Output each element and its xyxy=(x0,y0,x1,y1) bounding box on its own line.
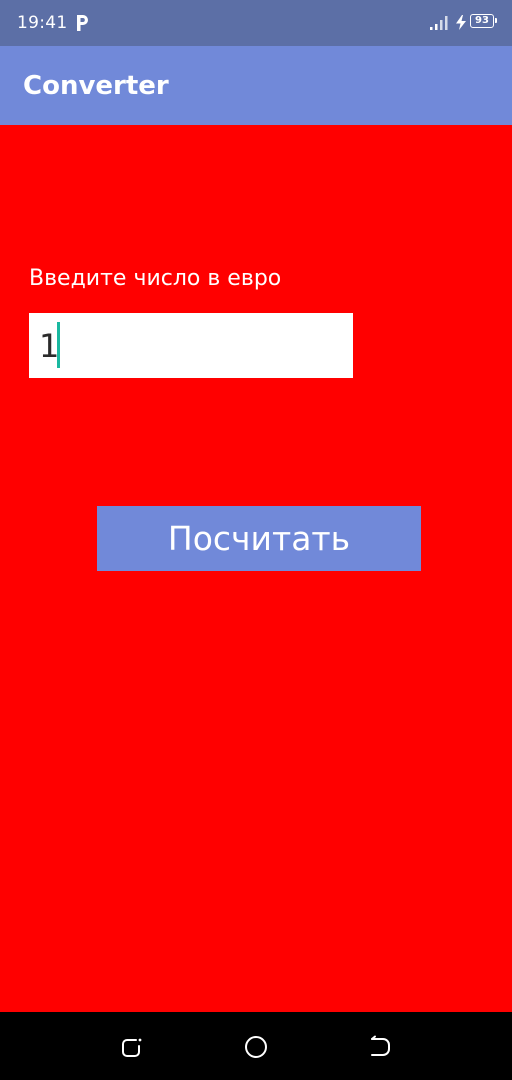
charging-bolt-icon xyxy=(456,15,466,30)
navigation-bar xyxy=(0,1012,512,1080)
main-content: Введите число в евро 1 Посчитать xyxy=(0,125,512,1012)
euro-prompt-label: Введите число в евро xyxy=(29,266,282,291)
text-cursor xyxy=(57,322,60,368)
euro-amount-input[interactable]: 1 xyxy=(29,313,353,378)
status-bar: 19:41 93 xyxy=(0,0,512,46)
app-bar: Converter xyxy=(0,46,512,125)
calculate-button[interactable]: Посчитать xyxy=(97,506,421,571)
p-icon xyxy=(77,15,88,31)
back-icon[interactable] xyxy=(367,1034,393,1060)
battery-icon: 93 xyxy=(470,14,497,28)
recent-apps-icon[interactable] xyxy=(119,1034,145,1060)
home-icon[interactable] xyxy=(243,1034,269,1060)
status-time: 19:41 xyxy=(17,13,68,33)
signal-icon xyxy=(430,16,448,30)
app-title: Converter xyxy=(23,71,169,101)
